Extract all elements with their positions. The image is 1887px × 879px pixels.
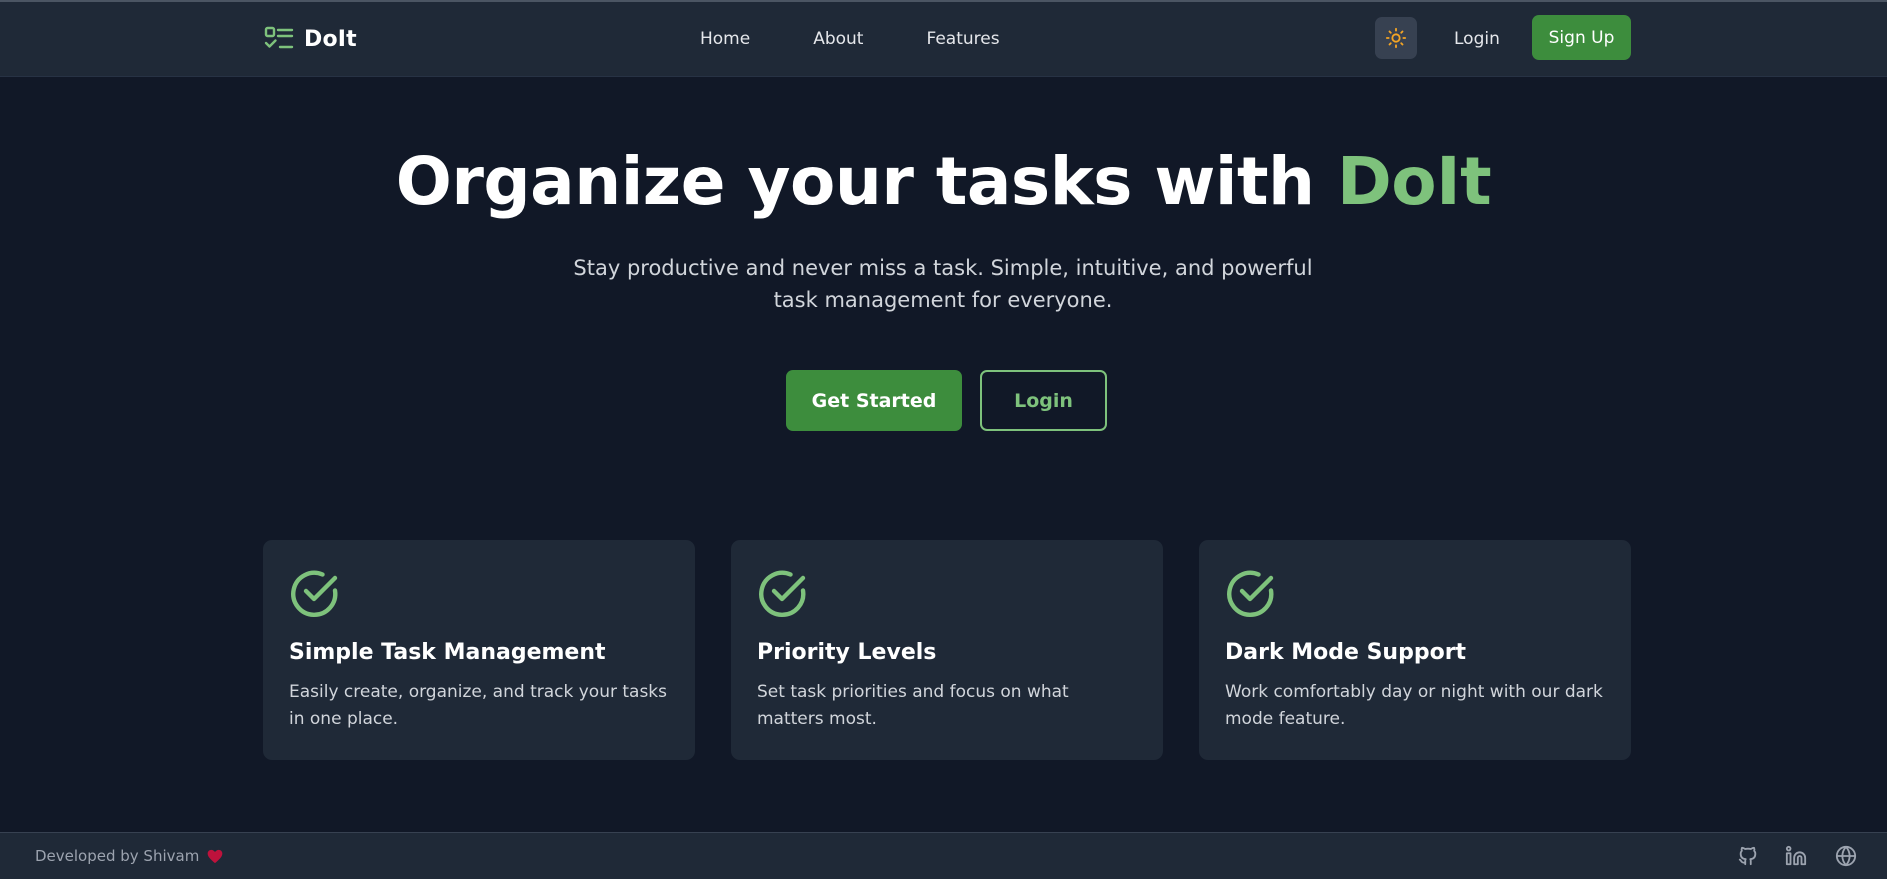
footer-credit: Developed by Shivam	[35, 847, 223, 865]
check-circle-icon	[291, 570, 338, 618]
hero-subtitle: Stay productive and never miss a task. S…	[573, 256, 1313, 312]
feature-description: Set task priorities and focus on what ma…	[757, 682, 1069, 729]
nav-login-link[interactable]: Login	[1440, 24, 1514, 54]
main-nav: Home About Features	[700, 24, 1000, 54]
credit-text: Developed by Shivam	[35, 847, 200, 865]
feature-title: Dark Mode Support	[1225, 640, 1467, 665]
footer: Developed by Shivam	[0, 832, 1887, 879]
nav-features-link[interactable]: Features	[926, 29, 999, 49]
linkedin-icon[interactable]	[1785, 845, 1807, 871]
feature-description: Work comfortably day or night with our d…	[1225, 682, 1603, 729]
feature-title: Simple Task Management	[289, 640, 606, 665]
navbar: DoIt Home About Features Login Sign Up	[0, 2, 1887, 77]
hero-title-accent: DoIt	[1336, 143, 1492, 220]
feature-description: Easily create, organize, and track your …	[289, 682, 668, 729]
get-started-button[interactable]: Get Started	[786, 370, 962, 431]
github-icon[interactable]	[1737, 845, 1759, 871]
brand-name: DoIt	[304, 26, 357, 52]
sun-icon	[1385, 27, 1407, 49]
brand-logo-link[interactable]: DoIt	[264, 24, 357, 54]
globe-icon[interactable]	[1835, 845, 1857, 871]
nav-about-link[interactable]: About	[813, 29, 863, 49]
hero-title-main: Organize your tasks with	[395, 143, 1337, 220]
checklist-logo-icon	[264, 26, 294, 49]
theme-toggle-button[interactable]	[1375, 17, 1417, 59]
signup-button[interactable]: Sign Up	[1532, 15, 1631, 60]
check-circle-icon	[759, 570, 806, 618]
heart-icon	[207, 849, 223, 863]
nav-home-link[interactable]: Home	[700, 29, 750, 49]
hero-login-button[interactable]: Login	[980, 370, 1107, 431]
feature-card-priority-levels: Priority Levels Set task priorities and …	[731, 540, 1163, 760]
feature-card-dark-mode: Dark Mode Support Work comfortably day o…	[1199, 540, 1631, 760]
hero-title: Organize your tasks with DoIt	[0, 143, 1887, 220]
feature-card-task-management: Simple Task Management Easily create, or…	[263, 540, 695, 760]
feature-title: Priority Levels	[757, 640, 937, 665]
check-circle-icon	[1227, 570, 1274, 618]
